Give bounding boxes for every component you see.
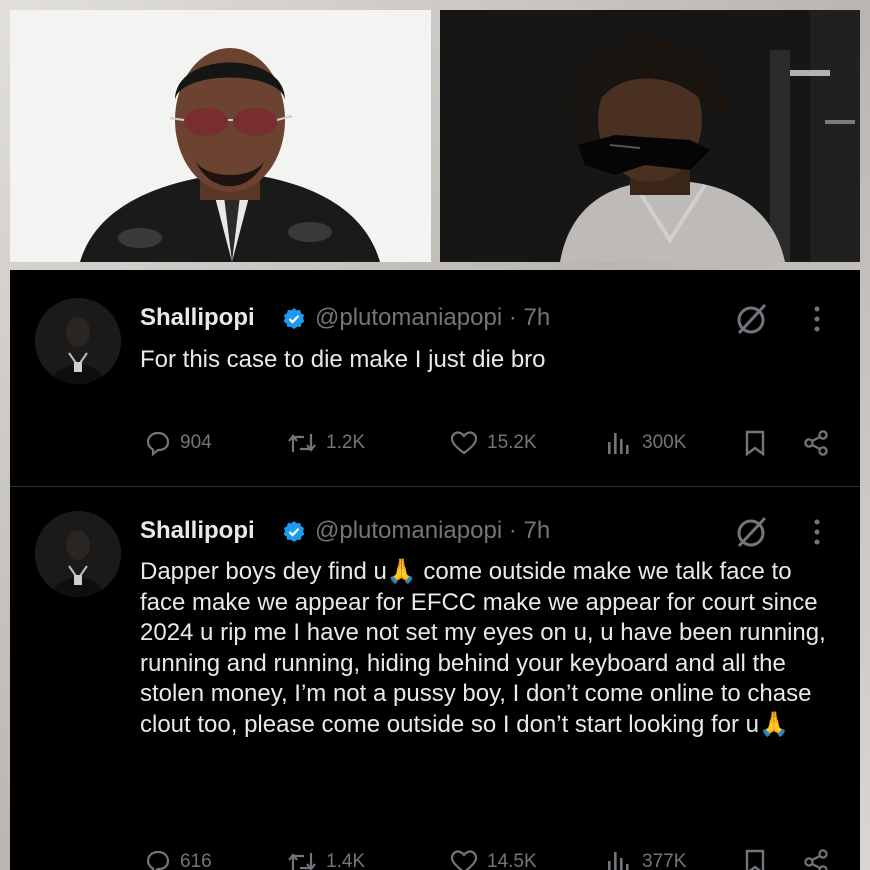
avatar[interactable] <box>35 298 121 384</box>
views-button[interactable]: 300K <box>605 428 686 458</box>
share-button[interactable] <box>802 428 839 458</box>
tweet-text: For this case to die make I just die bro <box>140 346 546 373</box>
handle-and-time[interactable]: @plutomaniapopi · 7h <box>315 304 550 332</box>
man-in-wraparound-sunglasses-image <box>440 10 860 262</box>
repost-count: 1.4K <box>326 851 366 870</box>
like-count: 14.5K <box>487 851 537 870</box>
bookmark-button[interactable] <box>743 428 776 458</box>
like-icon <box>450 431 478 455</box>
bookmark-button[interactable] <box>743 847 776 870</box>
reply-icon <box>146 850 170 870</box>
repost-icon <box>288 434 316 452</box>
reply-count: 616 <box>180 851 212 870</box>
reply-button[interactable]: 904 <box>145 428 212 458</box>
bookmark-icon <box>745 849 765 870</box>
reply-count: 904 <box>180 432 212 453</box>
view-count: 300K <box>642 432 687 453</box>
more-icon[interactable] <box>812 304 822 334</box>
repost-button[interactable]: 1.2K <box>287 428 365 458</box>
display-name[interactable]: Shallipopi <box>140 304 255 332</box>
tweets-panel: Shallipopi @plutomaniapopi · 7h For this… <box>10 270 860 870</box>
avatar-image <box>35 511 121 597</box>
reply-icon <box>146 431 170 456</box>
grok-icon[interactable] <box>735 302 769 336</box>
reply-button[interactable]: 616 <box>145 847 212 870</box>
grok-icon[interactable] <box>735 515 769 549</box>
like-button[interactable]: 14.5K <box>450 847 537 870</box>
handle-and-time[interactable]: @plutomaniapopi · 7h <box>315 517 550 545</box>
view-count: 377K <box>642 851 687 870</box>
more-icon[interactable] <box>812 517 822 547</box>
share-icon <box>804 430 828 456</box>
display-name[interactable]: Shallipopi <box>140 517 255 545</box>
share-icon <box>804 849 828 870</box>
man-in-tinted-glasses-image <box>10 10 431 262</box>
views-icon <box>608 852 629 870</box>
tweet-1[interactable]: Shallipopi @plutomaniapopi · 7h For this… <box>10 270 860 486</box>
like-button[interactable]: 15.2K <box>450 428 537 458</box>
views-button[interactable]: 377K <box>605 847 686 870</box>
verified-badge-icon <box>283 308 305 329</box>
repost-count: 1.2K <box>326 432 366 453</box>
repost-button[interactable]: 1.4K <box>287 847 365 870</box>
photo-left <box>10 10 431 262</box>
tweet-2[interactable]: Shallipopi @plutomaniapopi · 7h Dapper b… <box>10 487 860 870</box>
share-button[interactable] <box>802 847 839 870</box>
avatar-image <box>35 298 121 384</box>
tweet-text: Dapper boys dey find u🙏 come outside mak… <box>140 558 826 738</box>
photo-right <box>440 10 860 262</box>
bookmark-icon <box>745 430 765 457</box>
like-icon <box>450 850 478 870</box>
repost-icon <box>288 853 316 870</box>
views-icon <box>608 433 629 454</box>
verified-badge-icon <box>283 521 305 542</box>
avatar[interactable] <box>35 511 121 597</box>
like-count: 15.2K <box>487 432 537 453</box>
